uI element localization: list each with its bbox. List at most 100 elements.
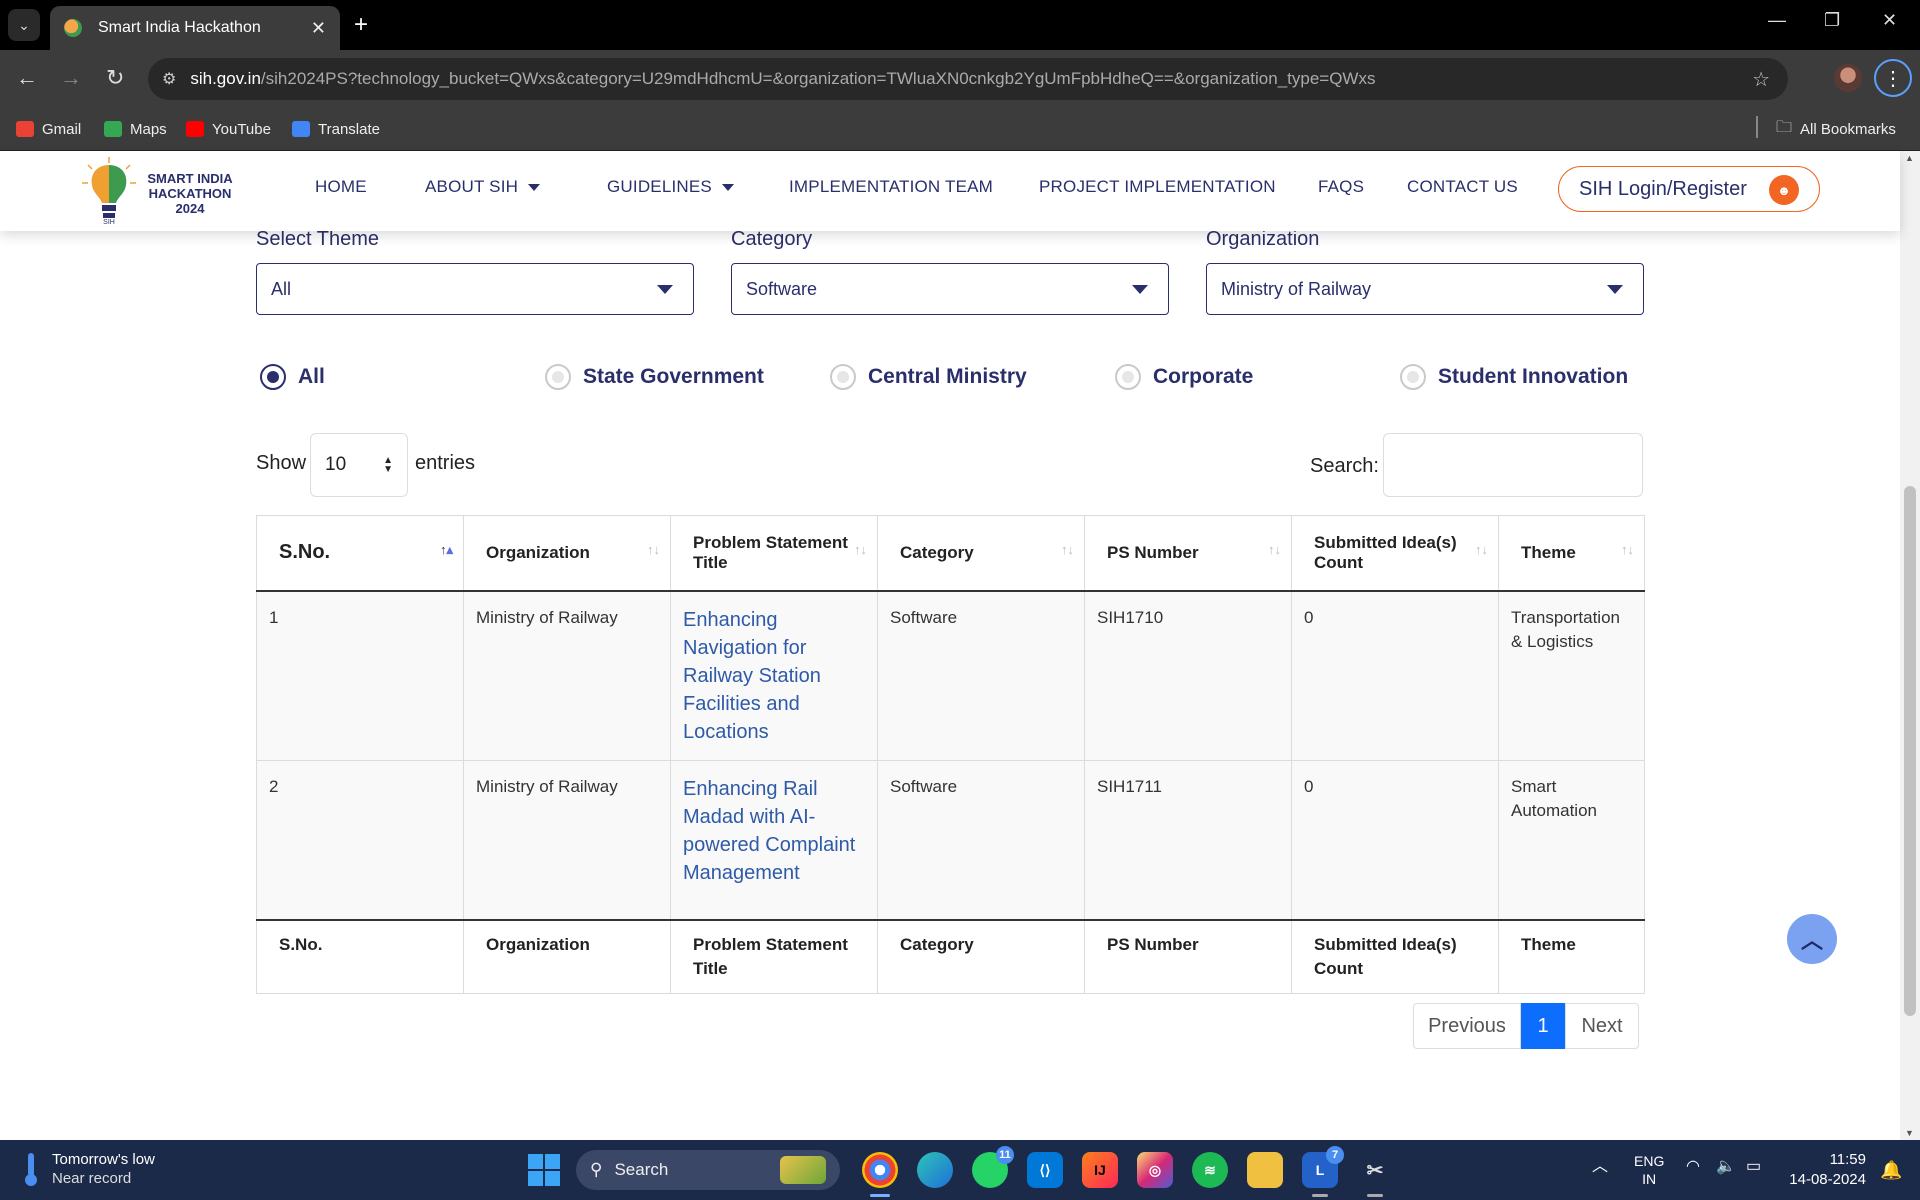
column-header-ps-number[interactable]: PS Number ↑↓: [1084, 515, 1292, 592]
radio-all[interactable]: All: [260, 364, 325, 390]
footer-header-theme: Theme: [1498, 919, 1645, 994]
nav-faqs[interactable]: FAQS: [1318, 177, 1364, 197]
scrollbar-thumb[interactable]: [1904, 486, 1916, 1016]
scroll-to-top-button[interactable]: ︿: [1787, 914, 1837, 964]
close-window-icon[interactable]: ✕: [1882, 10, 1897, 31]
page-scrollbar[interactable]: ▲ ▼: [1900, 151, 1920, 1140]
svg-text:SIH: SIH: [103, 219, 115, 225]
whatsapp-icon[interactable]: 11: [972, 1146, 1014, 1188]
folder-icon: 🗀: [1776, 118, 1793, 136]
organization-select-value: Ministry of Railway: [1221, 278, 1372, 299]
radio-central-ministry[interactable]: Central Ministry: [830, 364, 1027, 390]
category-select-value: Software: [746, 278, 818, 299]
notification-bell-icon[interactable]: 🔔: [1880, 1160, 1902, 1181]
previous-page-button[interactable]: Previous: [1413, 1003, 1521, 1049]
nav-about-sih[interactable]: ABOUT SIH: [425, 177, 541, 197]
bookmark-star-icon[interactable]: ☆: [1752, 67, 1770, 92]
bookmark-gmail[interactable]: Gmail: [16, 116, 81, 142]
clock[interactable]: 11:59 14-08-2024: [1782, 1150, 1866, 1190]
all-bookmarks-button[interactable]: 🗀 All Bookmarks: [1776, 116, 1896, 142]
url-text: sih.gov.in/sih2024PS?technology_bucket=Q…: [190, 69, 1376, 88]
snipping-tool-icon[interactable]: ✂: [1357, 1152, 1393, 1188]
table-search-input[interactable]: [1383, 433, 1643, 497]
column-header-theme[interactable]: Theme ↑↓: [1498, 515, 1645, 592]
weather-widget[interactable]: Tomorrow's low Near record: [24, 1150, 155, 1188]
language-indicator[interactable]: ENG IN: [1634, 1152, 1664, 1188]
cell-organization: Ministry of Railway: [463, 590, 671, 761]
taskbar-search-label: Search: [614, 1160, 669, 1179]
column-header-organization[interactable]: Organization ↑↓: [463, 515, 671, 592]
windows-taskbar: Tomorrow's low Near record ⚲ Search 11 ⟨…: [0, 1140, 1920, 1200]
tab-search-button[interactable]: ⌄: [8, 9, 40, 41]
intellij-icon[interactable]: IJ: [1082, 1152, 1118, 1188]
restore-icon[interactable]: ❐: [1824, 10, 1840, 31]
browser-toolbar: ← → ↻ ⚙ sih.gov.in/sih2024PS?technology_…: [0, 50, 1920, 108]
scroll-down-arrow-icon[interactable]: ▼: [1905, 1128, 1914, 1138]
logo-text: SMART INDIA HACKATHON 2024: [147, 171, 233, 216]
user-icon: ☻: [1769, 175, 1799, 205]
bookmark-maps[interactable]: Maps: [104, 116, 167, 142]
chrome-icon[interactable]: [862, 1152, 898, 1188]
bookmark-translate[interactable]: Translate: [292, 116, 380, 142]
wifi-icon[interactable]: ◠: [1686, 1158, 1700, 1176]
chevron-up-icon[interactable]: ︿: [1592, 1158, 1608, 1176]
new-tab-button[interactable]: +: [354, 10, 368, 40]
login-register-button[interactable]: SIH Login/Register ☻: [1558, 166, 1820, 212]
next-page-button[interactable]: Next: [1565, 1003, 1639, 1049]
column-header-category[interactable]: Category ↑↓: [877, 515, 1085, 592]
page-1-button[interactable]: 1: [1521, 1003, 1565, 1049]
radio-corporate[interactable]: Corporate: [1115, 364, 1253, 390]
site-info-icon[interactable]: ⚙: [162, 69, 176, 89]
footer-header-organization: Organization: [463, 919, 671, 994]
minimize-icon[interactable]: —: [1768, 10, 1786, 31]
taskbar-search[interactable]: ⚲ Search: [576, 1150, 840, 1190]
vscode-icon[interactable]: ⟨⟩: [1027, 1152, 1063, 1188]
profile-avatar[interactable]: [1834, 64, 1862, 92]
column-header-idea-count[interactable]: Submitted Idea(s) Count ↑↓: [1291, 515, 1499, 592]
column-header-sno[interactable]: S.No. ↑▴: [256, 515, 464, 592]
column-label: S.No.: [279, 541, 331, 564]
radio-state-government[interactable]: State Government: [545, 364, 764, 390]
radio-label: Central Ministry: [868, 365, 1027, 388]
nav-contact-us[interactable]: CONTACT US: [1407, 177, 1518, 197]
bookmark-youtube[interactable]: YouTube: [186, 116, 271, 142]
instagram-icon[interactable]: ◎: [1137, 1152, 1173, 1188]
sih-logo[interactable]: SIH SMART INDIA HACKATHON 2024: [82, 157, 233, 225]
scroll-up-arrow-icon[interactable]: ▲: [1905, 153, 1914, 163]
whatsapp-badge: 11: [996, 1146, 1014, 1164]
nav-project-implementation[interactable]: PROJECT IMPLEMENTATION: [1039, 177, 1276, 197]
nav-implementation-team[interactable]: IMPLEMENTATION TEAM: [789, 177, 993, 197]
sort-icon: ↑↓: [1061, 542, 1074, 557]
entries-per-page-select[interactable]: 10 ▲ ▼: [310, 433, 408, 497]
category-select[interactable]: Software: [731, 263, 1169, 315]
browser-menu-icon[interactable]: ⋮: [1874, 59, 1912, 97]
organization-select[interactable]: Ministry of Railway: [1206, 263, 1644, 315]
forward-icon[interactable]: →: [60, 64, 82, 92]
cell-title-link[interactable]: Enhancing Navigation for Railway Station…: [670, 590, 878, 761]
weather-line-2: Near record: [52, 1170, 132, 1187]
l-app-icon[interactable]: L7: [1302, 1146, 1344, 1188]
translate-icon: [292, 121, 310, 137]
reload-icon[interactable]: ↻: [106, 64, 124, 92]
back-icon[interactable]: ←: [16, 64, 38, 92]
spotify-icon[interactable]: ≋: [1192, 1152, 1228, 1188]
volume-icon[interactable]: 🔈: [1716, 1158, 1736, 1176]
close-tab-icon[interactable]: ✕: [311, 18, 326, 39]
edge-icon[interactable]: [917, 1152, 953, 1188]
language-line-1: ENG: [1634, 1153, 1665, 1169]
theme-select[interactable]: All: [256, 263, 694, 315]
column-header-title[interactable]: Problem Statement Title ↑↓: [670, 515, 878, 592]
category-filter-label: Category: [731, 228, 813, 250]
windows-start-icon[interactable]: [528, 1154, 560, 1186]
nav-guidelines[interactable]: GUIDELINES: [607, 177, 734, 197]
cell-title-link[interactable]: Enhancing Rail Madad with AI-powered Com…: [670, 759, 878, 921]
battery-icon[interactable]: ▭: [1746, 1158, 1761, 1176]
address-bar[interactable]: ⚙ sih.gov.in/sih2024PS?technology_bucket…: [148, 58, 1788, 100]
bookmark-label: Maps: [130, 120, 167, 138]
nav-home[interactable]: HOME: [315, 177, 367, 197]
active-app-indicator: [870, 1194, 890, 1197]
file-explorer-icon[interactable]: [1247, 1152, 1283, 1188]
radio-student-innovation[interactable]: Student Innovation: [1400, 364, 1628, 390]
browser-tab[interactable]: Smart India Hackathon ✕: [50, 6, 340, 50]
radio-button-icon: [1400, 364, 1426, 390]
